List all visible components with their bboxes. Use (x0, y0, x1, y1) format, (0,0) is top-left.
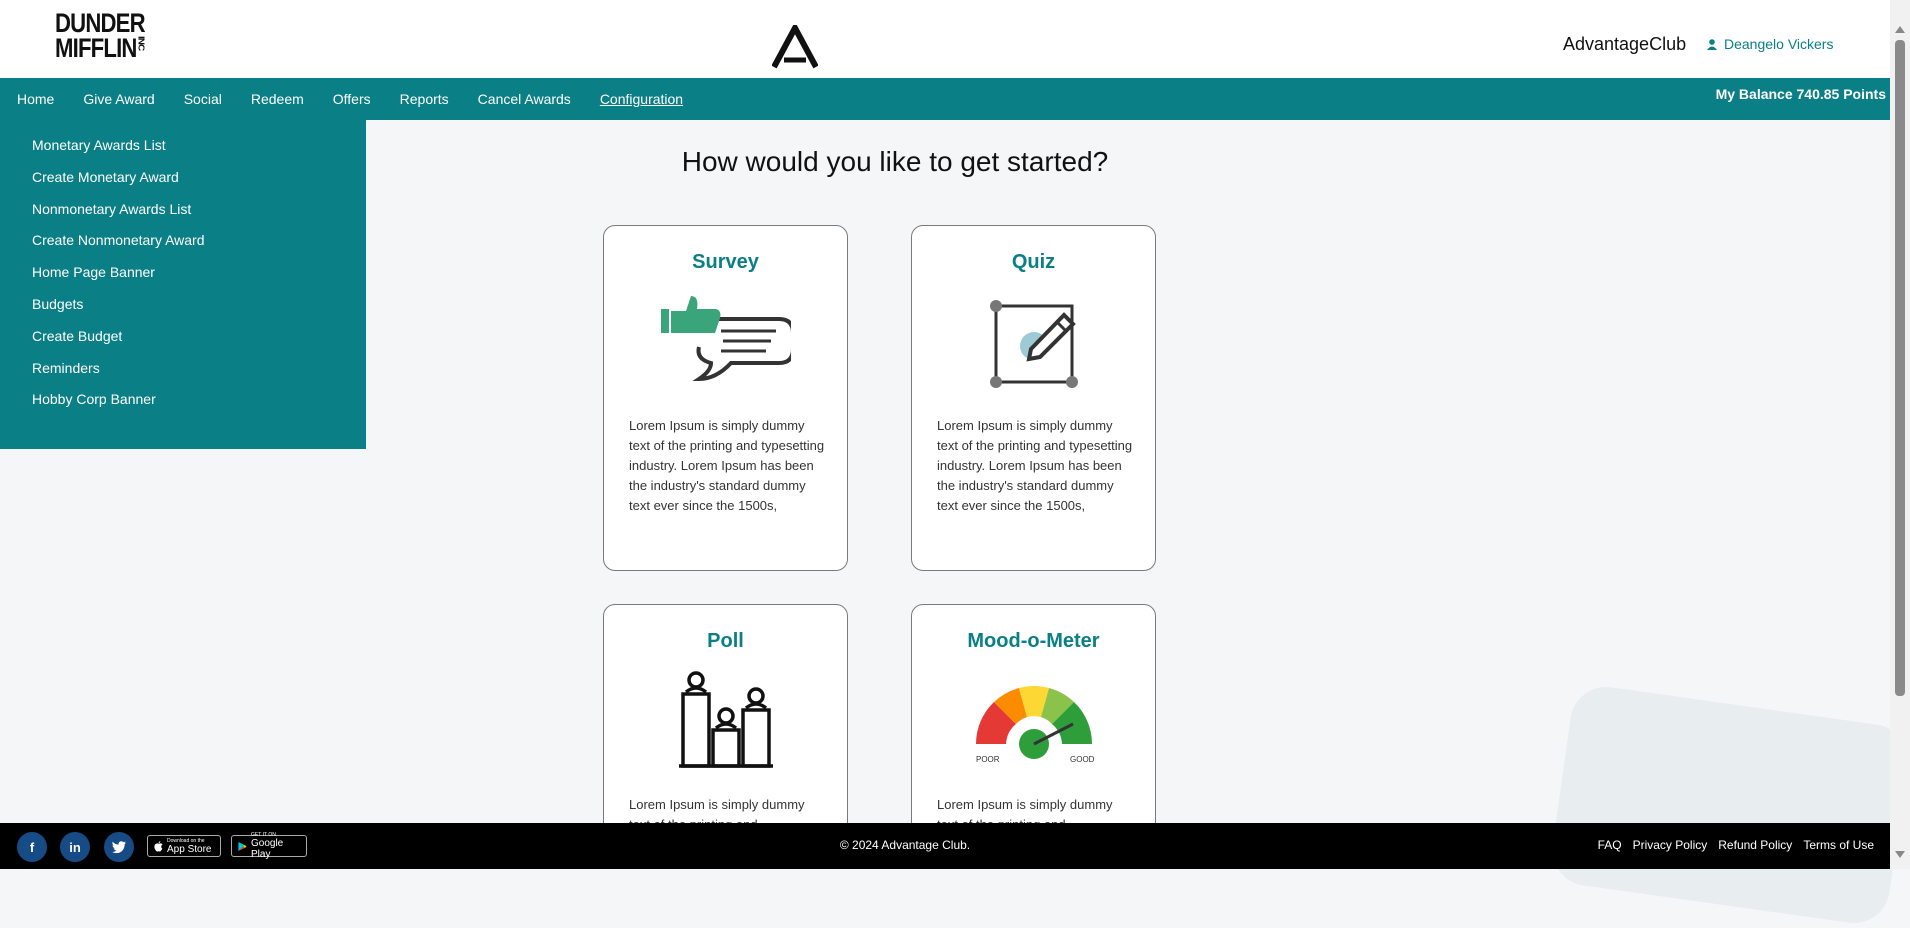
logo-line-2: MIFFLININC (55, 32, 145, 63)
nav-item-give-award[interactable]: Give Award (83, 91, 154, 107)
quiz-card[interactable]: Quiz Lorem Ipsum is simply dummy text of… (911, 225, 1156, 571)
mood-meter-gauge-icon: POOR GOOD (975, 686, 1095, 764)
sidebar-item-create-budget[interactable]: Create Budget (32, 328, 205, 360)
nav-item-social[interactable]: Social (184, 91, 222, 107)
card-description: Lorem Ipsum is simply dummy text of the … (629, 418, 825, 513)
background-decoration (1547, 682, 1910, 928)
survey-card[interactable]: Survey Lorem Ipsum is simply dummy text … (603, 225, 848, 571)
card-description: Lorem Ipsum is simply dummy text of the … (937, 418, 1133, 513)
nav-item-home[interactable]: Home (17, 91, 54, 107)
scroll-down-arrow-icon[interactable] (1895, 851, 1905, 858)
card-title: Survey (692, 251, 759, 273)
brand-name: AdvantageClub (1563, 34, 1687, 54)
card-title: Poll (707, 630, 744, 652)
footer-link-faq[interactable]: FAQ (1598, 838, 1622, 852)
copyright-text: © 2024 Advantage Club. (839, 838, 971, 852)
gauge-label-poor: POOR (976, 755, 1000, 764)
user-menu[interactable]: Deangelo Vickers (1707, 36, 1833, 52)
sidebar-item-hobby-corp-banner[interactable]: Hobby Corp Banner (32, 391, 205, 423)
sidebar-item-nonmonetary-awards-list[interactable]: Nonmonetary Awards List (32, 201, 205, 233)
sidebar-item-create-nonmonetary-award[interactable]: Create Nonmonetary Award (32, 232, 205, 264)
top-header: DUNDER MIFFLININC AdvantageClub Deangelo… (0, 0, 1890, 78)
company-logo[interactable]: DUNDER MIFFLININC (55, 10, 146, 63)
card-title: Quiz (1011, 251, 1056, 273)
footer-link-privacy-policy[interactable]: Privacy Policy (1633, 838, 1708, 852)
page-footer: f in Download on the App Store GET IT ON G… (0, 823, 1890, 869)
nav-item-reports[interactable]: Reports (400, 91, 449, 107)
quiz-pencil-frame-icon (989, 300, 1078, 388)
page-title: How would you like to get started? (681, 146, 1109, 177)
poll-bars-icon (678, 671, 773, 768)
footer-link-refund-policy[interactable]: Refund Policy (1718, 838, 1792, 852)
nav-item-offers[interactable]: Offers (333, 91, 371, 107)
main-nav: Home Give Award Social Redeem Offers Rep… (0, 78, 1890, 120)
user-icon (1707, 38, 1717, 50)
advantage-a-logo-icon (772, 25, 818, 69)
footer-link-terms-of-use[interactable]: Terms of Use (1803, 838, 1874, 852)
footer-links: FAQ Privacy Policy Refund Policy Terms o… (1598, 838, 1874, 852)
sidebar-item-home-page-banner[interactable]: Home Page Banner (32, 264, 205, 296)
sidebar-item-reminders[interactable]: Reminders (32, 360, 205, 392)
poll-card[interactable]: Poll Lorem Ipsum is simply dummy text of… (603, 604, 848, 846)
card-title: Mood-o-Meter (967, 630, 1100, 652)
nav-item-configuration[interactable]: Configuration (600, 91, 683, 107)
gauge-label-good: GOOD (1070, 755, 1095, 764)
survey-thumbs-up-chat-icon (660, 296, 791, 382)
user-name: Deangelo Vickers (1724, 36, 1834, 52)
balance-display: My Balance 740.85 Points (1715, 86, 1886, 102)
sidebar-item-budgets[interactable]: Budgets (32, 296, 205, 328)
nav-item-cancel-awards[interactable]: Cancel Awards (478, 91, 571, 107)
nav-item-redeem[interactable]: Redeem (251, 91, 304, 107)
scroll-up-arrow-icon[interactable] (1895, 26, 1905, 33)
scrollbar-thumb[interactable] (1895, 40, 1905, 696)
mood-o-meter-card[interactable]: Mood-o-Meter POOR GOOD Lorem Ipsum is si… (911, 604, 1156, 846)
